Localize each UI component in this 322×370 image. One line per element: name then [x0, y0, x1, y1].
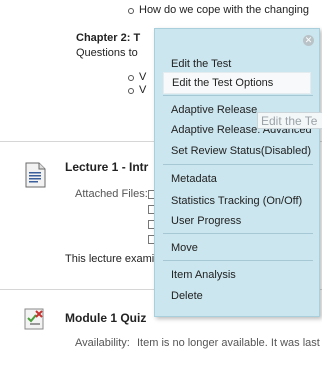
- menu-item-item-analysis[interactable]: Item Analysis: [171, 269, 236, 281]
- bullet-icon: [128, 75, 134, 81]
- bullet-icon: [128, 8, 134, 14]
- bullet-icon: [128, 88, 134, 94]
- chapter-subtitle: Questions to: [76, 47, 138, 59]
- attached-files-label: Attached Files:: [75, 188, 148, 200]
- close-icon[interactable]: ✕: [303, 35, 314, 46]
- menu-item-set-review-status[interactable]: Set Review Status(Disabled): [171, 145, 311, 157]
- menu-item-edit-test[interactable]: Edit the Test: [171, 58, 231, 70]
- availability-label: Availability:: [75, 337, 130, 349]
- lecture-description: This lecture exami: [65, 253, 155, 265]
- chapter-title[interactable]: Chapter 2: T: [76, 32, 140, 44]
- menu-separator: [163, 260, 313, 261]
- tooltip: Edit the Te: [257, 112, 322, 129]
- quiz-icon: [22, 305, 48, 336]
- document-icon: [23, 161, 47, 194]
- menu-separator: [163, 95, 313, 96]
- menu-item-delete[interactable]: Delete: [171, 290, 203, 302]
- menu-item-move[interactable]: Move: [171, 242, 198, 254]
- availability-text: Item is no longer available. It was last…: [137, 337, 322, 349]
- outline-item: How do we cope with the changing: [139, 4, 309, 16]
- context-menu: ✕ Edit the Test Edit the Test Options Ad…: [154, 28, 320, 317]
- menu-item-metadata[interactable]: Metadata: [171, 173, 217, 185]
- lecture-title[interactable]: Lecture 1 - Intr: [65, 160, 148, 174]
- menu-separator: [163, 233, 313, 234]
- quiz-title[interactable]: Module 1 Quiz: [65, 311, 146, 325]
- menu-item-statistics-tracking[interactable]: Statistics Tracking (On/Off): [171, 195, 302, 207]
- chapter-bullet-1: V: [139, 71, 147, 83]
- menu-separator: [163, 164, 313, 165]
- menu-item-user-progress[interactable]: User Progress: [171, 215, 241, 227]
- menu-item-adaptive-release[interactable]: Adaptive Release: [171, 104, 257, 116]
- chapter-bullet-2: V: [139, 84, 147, 96]
- menu-item-edit-test-options[interactable]: Edit the Test Options: [163, 72, 311, 94]
